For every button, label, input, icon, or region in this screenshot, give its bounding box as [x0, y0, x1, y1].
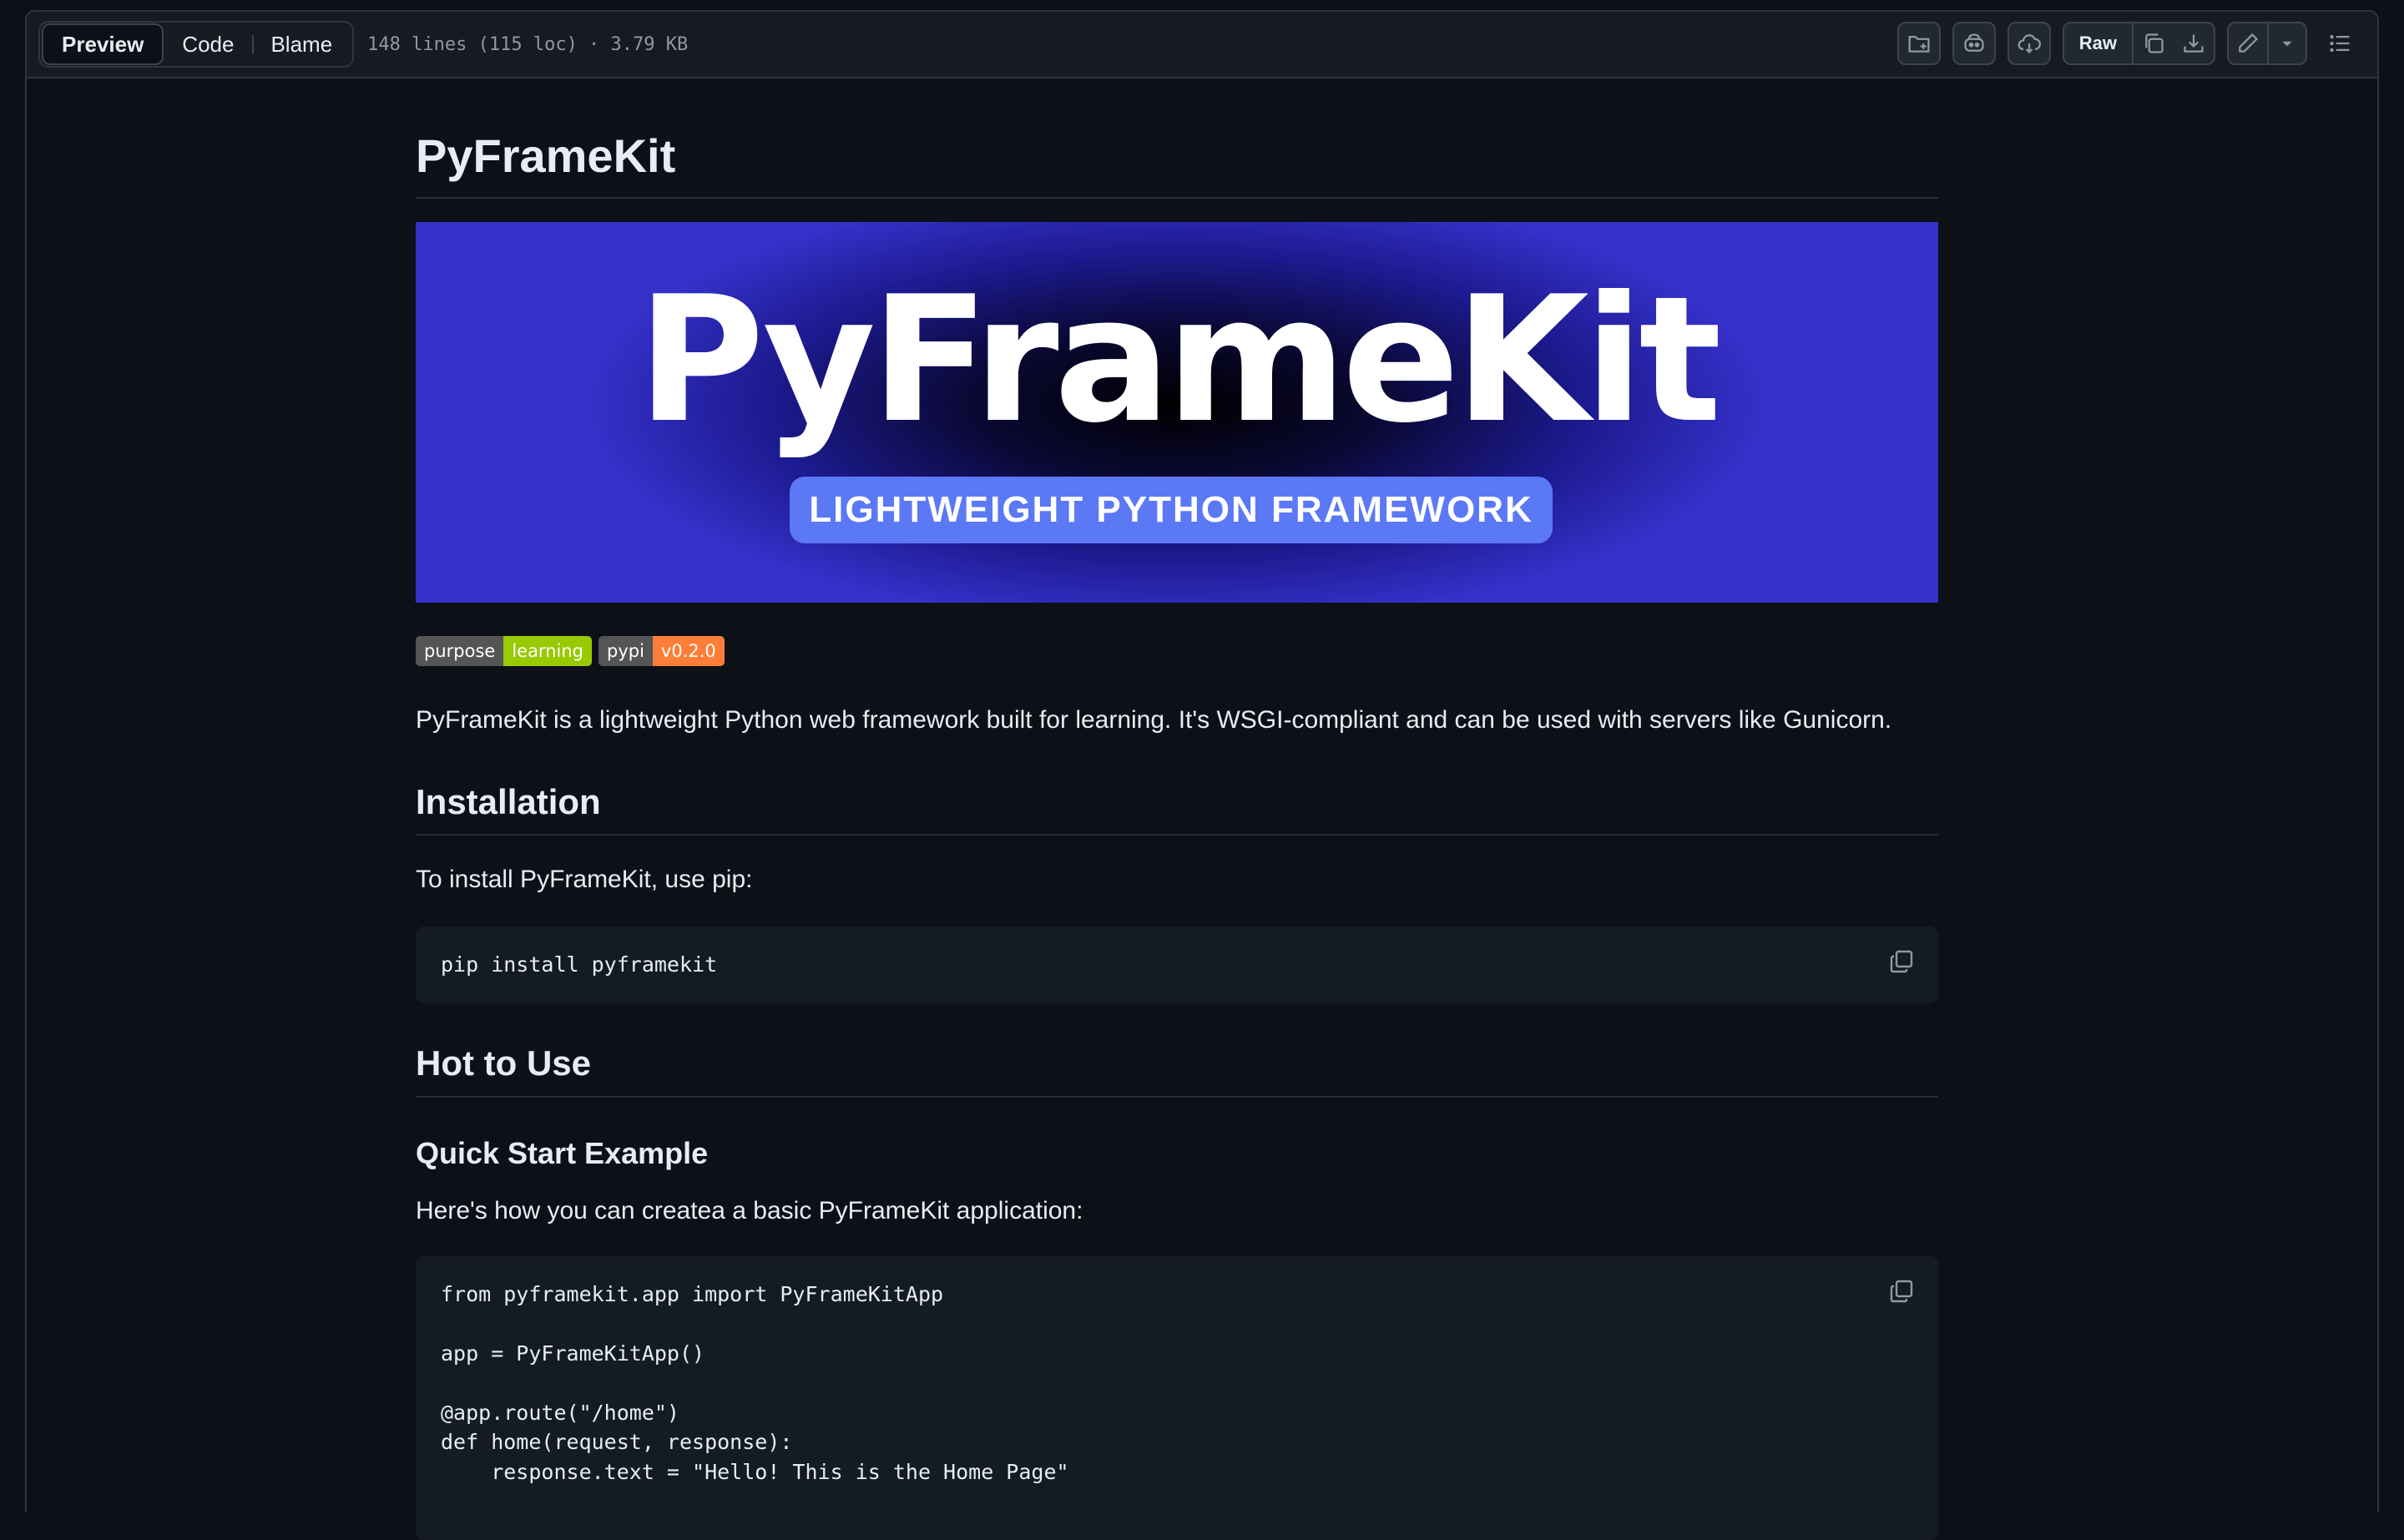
badge-purpose[interactable]: purpose learning: [416, 635, 592, 666]
edit-options-button[interactable]: [2269, 23, 2306, 63]
example-code: from pyframekit.app import PyFrameKitApp…: [441, 1281, 1069, 1484]
caret-down-icon: [2282, 41, 2292, 47]
tab-code[interactable]: Code: [164, 23, 252, 65]
codespaces-button[interactable]: [2007, 22, 2051, 65]
usage-heading: Hot to Use: [416, 1042, 1938, 1098]
copilot-button[interactable]: [1952, 22, 1996, 65]
badge-value: v0.2.0: [652, 635, 725, 666]
install-code: pip install pyframekit: [441, 952, 718, 977]
badge-label: pypi: [598, 635, 653, 666]
add-file-button[interactable]: [1896, 22, 1941, 65]
raw-actions-group: Raw: [2062, 22, 2215, 65]
edit-actions-group: [2227, 22, 2307, 65]
edit-pencil-icon: [2239, 33, 2259, 53]
banner-image: PyFrameKit LIGHTWEIGHT PYTHON FRAMEWORK: [416, 221, 1938, 603]
readme-title: PyFrameKit: [416, 130, 1938, 199]
outline-button[interactable]: [2319, 22, 2362, 65]
copy-icon: [1890, 1280, 1913, 1302]
badge-label: purpose: [416, 635, 504, 666]
copy-raw-icon: [2145, 33, 2164, 53]
copy-code-button[interactable]: [1886, 1276, 1917, 1306]
intro-paragraph: PyFrameKit is a lightweight Python web f…: [416, 705, 1892, 734]
file-actions: Raw: [1896, 22, 2362, 65]
readme-content: PyFrameKit PyFrameKit LIGHTWEIGHT PYTHON…: [416, 67, 1938, 1540]
download-button[interactable]: [2174, 23, 2214, 63]
codespaces-icon: [2018, 34, 2041, 54]
usage-text: Here's how you can createa a basic PyFra…: [416, 1196, 1083, 1224]
file-meta: 148 lines (115 loc) · 3.79 KB: [367, 33, 689, 55]
badge-value: learning: [503, 635, 592, 666]
badges-row: purpose learning pypi v0.2.0: [416, 635, 1938, 666]
outline-list-icon: [2330, 34, 2350, 53]
quick-start-heading: Quick Start Example: [416, 1135, 709, 1170]
installation-text: To install PyFrameKit, use pip:: [416, 866, 753, 894]
tab-preview[interactable]: Preview: [42, 23, 164, 65]
add-file-icon: [1908, 35, 1930, 53]
copy-raw-button[interactable]: [2134, 23, 2174, 63]
copy-icon: [1890, 950, 1913, 973]
banner-title: PyFrameKit: [637, 259, 1721, 462]
tab-blame[interactable]: Blame: [252, 23, 351, 65]
copilot-icon: [1964, 33, 1984, 52]
banner-subtitle: LIGHTWEIGHT PYTHON FRAMEWORK: [790, 476, 1553, 543]
installation-heading: Installation: [416, 780, 1938, 836]
example-code-block: from pyframekit.app import PyFrameKitApp…: [416, 1255, 1938, 1540]
view-mode-switcher: Preview Code Blame: [38, 21, 355, 68]
install-code-block: pip install pyframekit: [416, 927, 1938, 1004]
download-icon: [2184, 34, 2204, 53]
copy-code-button[interactable]: [1886, 947, 1917, 977]
edit-button[interactable]: [2229, 23, 2269, 63]
badge-pypi[interactable]: pypi v0.2.0: [598, 635, 725, 666]
raw-button[interactable]: Raw: [2064, 23, 2134, 63]
